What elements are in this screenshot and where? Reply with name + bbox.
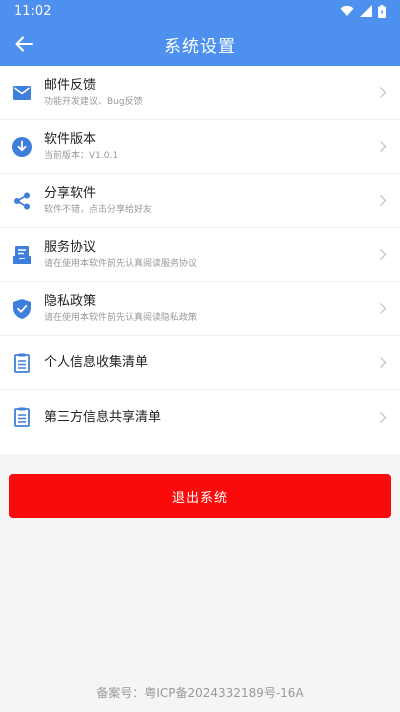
- menu-item-subtitle: 软件不错，点击分享给好友: [44, 204, 153, 215]
- menu-item-share-software[interactable]: 分享软件 软件不错，点击分享给好友: [0, 174, 400, 228]
- battery-icon: [378, 4, 386, 18]
- chevron-right-icon: [380, 141, 387, 152]
- arrow-left-icon: [15, 36, 33, 52]
- menu-item-title: 第三方信息共享清单: [44, 409, 162, 425]
- menu-item-subtitle: 当前版本：V1.0.1: [44, 150, 119, 161]
- app-bar: 系统设置: [0, 22, 400, 66]
- icp-record: 备案号：粤ICP备2024332189号-16A: [96, 686, 304, 700]
- settings-list: 邮件反馈 功能开发建议、Bug反馈 软件版本 当前版本：V1.0.1 分享软件 …: [0, 66, 400, 454]
- menu-item-title: 软件版本: [44, 131, 97, 147]
- menu-item-title: 分享软件: [44, 185, 97, 201]
- menu-item-personal-info-list[interactable]: 个人信息收集清单: [0, 336, 400, 390]
- chevron-right-icon: [380, 303, 387, 314]
- clipboard-list-icon: [14, 353, 30, 373]
- menu-item-title: 隐私政策: [44, 293, 97, 309]
- mail-icon: [13, 85, 31, 100]
- chevron-right-icon: [380, 249, 387, 260]
- chevron-right-icon: [380, 411, 387, 423]
- clipboard-list-icon: [14, 407, 30, 427]
- signal-icon: [360, 5, 372, 17]
- status-time: 11:02: [14, 3, 52, 19]
- back-button[interactable]: [10, 30, 38, 58]
- share-icon: [14, 192, 30, 209]
- chevron-right-icon: [380, 87, 387, 98]
- status-icons: [340, 4, 386, 18]
- menu-item-title: 邮件反馈: [44, 77, 97, 93]
- menu-item-email-feedback[interactable]: 邮件反馈 功能开发建议、Bug反馈: [0, 66, 400, 120]
- wifi-icon: [340, 5, 354, 16]
- menu-item-subtitle: 请在使用本软件前先认真阅读服务协议: [44, 258, 198, 269]
- menu-item-service-agreement[interactable]: 服务协议 请在使用本软件前先认真阅读服务协议: [0, 228, 400, 282]
- menu-item-subtitle: 请在使用本软件前先认真阅读隐私政策: [44, 312, 198, 323]
- page-title: 系统设置: [164, 36, 236, 57]
- menu-item-software-version[interactable]: 软件版本 当前版本：V1.0.1: [0, 120, 400, 174]
- menu-item-title: 服务协议: [44, 239, 97, 255]
- agreement-icon: [13, 245, 31, 264]
- shield-check-icon: [13, 298, 31, 319]
- menu-item-title: 个人信息收集清单: [44, 355, 149, 370]
- status-bar: 11:02: [0, 0, 400, 22]
- menu-item-subtitle: 功能开发建议、Bug反馈: [44, 96, 143, 107]
- menu-item-third-party-sharing-list[interactable]: 第三方信息共享清单: [0, 390, 400, 444]
- logout-button[interactable]: 退出系统: [9, 474, 391, 518]
- chevron-right-icon: [380, 357, 387, 368]
- chevron-right-icon: [380, 195, 387, 206]
- menu-item-privacy-policy[interactable]: 隐私政策 请在使用本软件前先认真阅读隐私政策: [0, 282, 400, 336]
- download-circle-icon: [12, 136, 32, 157]
